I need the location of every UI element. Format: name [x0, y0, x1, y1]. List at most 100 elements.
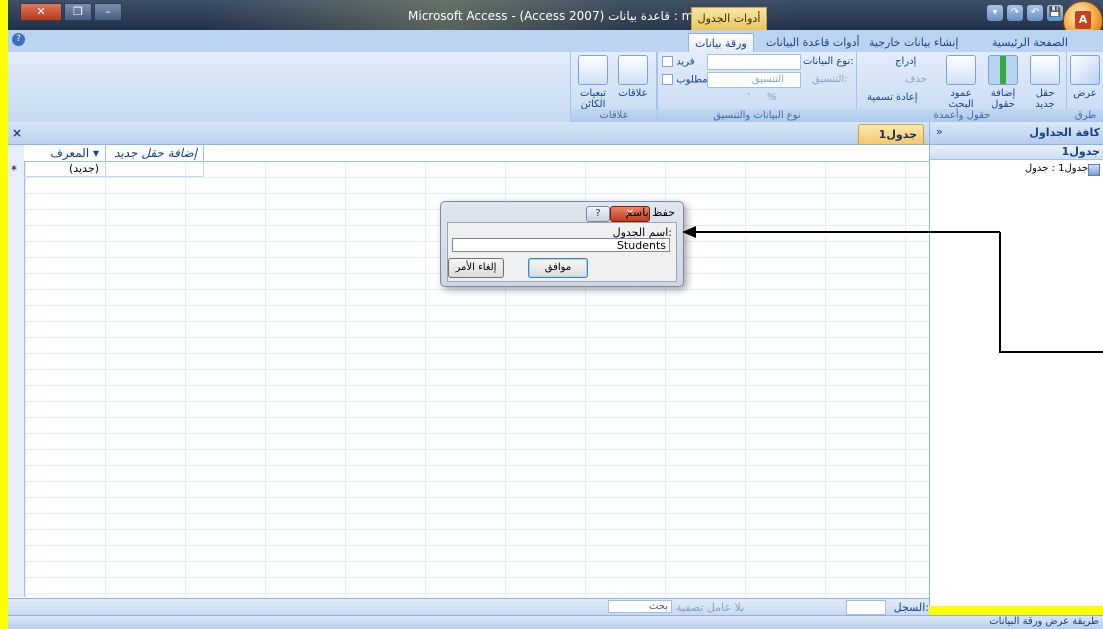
- window-controls: ✕ ❐ –: [20, 3, 124, 21]
- ok-button[interactable]: موافق: [528, 258, 588, 278]
- new-row-field-cell[interactable]: [106, 161, 204, 177]
- lookup-label: عمود البحث: [948, 88, 974, 110]
- relationships-label: علاقات: [618, 88, 648, 99]
- annotation-arrowhead: [682, 226, 696, 238]
- ribbon-tabs: ? الصفحة الرئيسية إنشاء بيانات خارجية أد…: [8, 30, 1103, 53]
- minimize-window-button[interactable]: –: [94, 3, 122, 21]
- group-relationships: علاقات تبعيات الكائن علاقات: [570, 52, 658, 122]
- dialog-help-button[interactable]: ?: [586, 206, 610, 222]
- view-icon: [1070, 55, 1100, 85]
- percent-format-button[interactable]: %: [767, 92, 777, 103]
- nav-pane-title: كافة الجداول: [1029, 126, 1100, 139]
- contextual-tab-table-tools: أدوات الجدول: [691, 7, 767, 31]
- group-relationships-label: علاقات: [571, 109, 657, 122]
- comma-format-button[interactable]: ʼ: [747, 92, 750, 103]
- dependencies-icon: [578, 55, 608, 85]
- data-type-label: نوع البيانات:: [803, 56, 854, 67]
- navigation-pane: كافة الجداول » جدول1 جدول1 : جدول: [929, 122, 1103, 606]
- close-window-button[interactable]: ✕: [20, 3, 62, 21]
- nav-group-label: جدول1: [1061, 145, 1100, 158]
- qat-more-icon[interactable]: ▾: [987, 5, 1003, 21]
- add-fields-icon: [988, 55, 1018, 85]
- nav-item-table1[interactable]: جدول1 : جدول: [1025, 163, 1088, 174]
- tab-home[interactable]: الصفحة الرئيسية: [986, 33, 1074, 52]
- cancel-button[interactable]: إلغاء الأمر: [448, 258, 504, 278]
- access-logo-icon: A: [1075, 11, 1091, 29]
- delete-label: حذف: [905, 74, 927, 85]
- save-as-dialog: ✕ ? حفظ باسم اسم الجدول: Students موافق …: [440, 201, 684, 287]
- new-field-label: حقل جديد: [1035, 88, 1055, 110]
- tab-datasheet[interactable]: ورقة بيانات: [688, 33, 754, 53]
- format-combo[interactable]: التنسيق: [707, 72, 801, 88]
- format-label: التنسيق:: [812, 74, 848, 85]
- unique-label: فريد: [676, 56, 695, 68]
- status-text: طريقة عرض ورقة البيانات: [989, 616, 1099, 627]
- save-icon[interactable]: 💾: [1047, 5, 1063, 21]
- required-label: مطلوب: [676, 74, 708, 86]
- status-bar: طريقة عرض ورقة البيانات: [8, 615, 1103, 629]
- title-bar: ✕ ❐ – Microsoft Access - (Access 2007) ق…: [8, 0, 1103, 41]
- format-value: التنسيق: [751, 74, 784, 85]
- nav-group-table1[interactable]: جدول1: [930, 145, 1103, 160]
- dialog-title-bar: ✕ ? حفظ باسم: [441, 202, 681, 222]
- new-field-button[interactable]: حقل جديد: [1025, 55, 1065, 110]
- annotation-line: [999, 232, 1103, 353]
- dialog-title: حفظ باسم: [625, 206, 675, 219]
- close-document-icon[interactable]: ×: [12, 126, 22, 140]
- undo-icon[interactable]: ↶: [1027, 5, 1043, 21]
- column-header-row: المعرف ▾ إضافة حقل جديد: [24, 145, 929, 162]
- delete-button[interactable]: حذف: [905, 74, 927, 85]
- column-header-id[interactable]: المعرف ▾: [24, 145, 106, 161]
- shutter-bar-chevron-icon[interactable]: »: [936, 125, 943, 138]
- restore-window-button[interactable]: ❐: [64, 3, 92, 21]
- group-datatype-formatting: نوع البيانات: التنسيق: التنسيق فريد مطلو…: [656, 52, 857, 122]
- help-icon[interactable]: ?: [12, 33, 25, 46]
- record-selector-column: *: [8, 145, 25, 597]
- insert-button[interactable]: إدراج: [895, 56, 916, 67]
- unique-check-icon: [662, 56, 673, 67]
- rename-label: إعادة تسمية: [867, 92, 918, 103]
- relationships-icon: [618, 55, 648, 85]
- record-label: السجل:: [893, 601, 929, 614]
- object-dependencies-button[interactable]: تبعيات الكائن: [573, 55, 613, 110]
- insert-label: إدراج: [895, 56, 917, 67]
- lookup-column-button[interactable]: عمود البحث: [941, 55, 981, 110]
- view-button[interactable]: عرض: [1065, 55, 1103, 99]
- tab-database-tools[interactable]: أدوات قاعدة البيانات: [760, 33, 866, 52]
- group-datatype-label: نوع البيانات والتنسيق: [657, 109, 857, 122]
- new-record-marker: *: [11, 163, 17, 177]
- view-label: عرض: [1073, 88, 1097, 99]
- data-type-combo[interactable]: [707, 54, 801, 70]
- redo-icon[interactable]: ↷: [1007, 5, 1023, 21]
- document-tab-bar: × جدول1: [8, 122, 929, 145]
- rename-button[interactable]: إعادة تسمية: [867, 92, 918, 103]
- table-name-input[interactable]: Students: [452, 238, 670, 252]
- group-fields-columns: حقل جديد إضافة حقول موجودة عمود البحث إد…: [856, 52, 1067, 122]
- search-box[interactable]: بحث: [608, 600, 672, 613]
- filter-status[interactable]: بلا عامل تصفية: [676, 601, 744, 614]
- group-views-label: طرق عرض: [1067, 109, 1103, 134]
- current-record-box[interactable]: [846, 600, 886, 615]
- new-field-icon: [1030, 55, 1060, 85]
- document-area: × جدول1 * المعرف ▾ إضافة حقل جديد (جديد): [8, 122, 929, 606]
- tab-external-data[interactable]: بيانات خارجية: [863, 33, 936, 52]
- group-fields-label: حقول وأعمدة: [857, 109, 1067, 122]
- dialog-body: اسم الجدول: Students موافق إلغاء الأمر: [447, 222, 677, 282]
- unique-checkbox[interactable]: فريد: [659, 56, 695, 68]
- column-header-add-new-field[interactable]: إضافة حقل جديد: [106, 145, 204, 161]
- quick-access-toolbar: ▾ ↷ ↶ 💾: [987, 5, 1063, 21]
- ribbon: عرض طرق عرض حقل جديد إضافة حقول موجودة ع…: [8, 52, 1103, 134]
- dependencies-label: تبعيات الكائن: [579, 88, 607, 110]
- required-checkbox[interactable]: مطلوب: [659, 74, 708, 86]
- required-check-icon: [662, 74, 673, 85]
- column-header-id-label: المعرف: [50, 146, 90, 160]
- new-row-id-cell[interactable]: (جديد): [24, 161, 106, 177]
- group-views: عرض طرق عرض: [1065, 52, 1103, 134]
- document-tab-table1[interactable]: جدول1: [858, 124, 924, 144]
- table-icon: [1088, 164, 1100, 176]
- lookup-column-icon: [946, 55, 976, 85]
- relationships-button[interactable]: علاقات: [613, 55, 653, 99]
- nav-pane-header[interactable]: كافة الجداول »: [930, 122, 1103, 145]
- record-navigator: السجل: بلا عامل تصفية بحث: [8, 598, 929, 616]
- annotation-arrow: [682, 226, 1103, 353]
